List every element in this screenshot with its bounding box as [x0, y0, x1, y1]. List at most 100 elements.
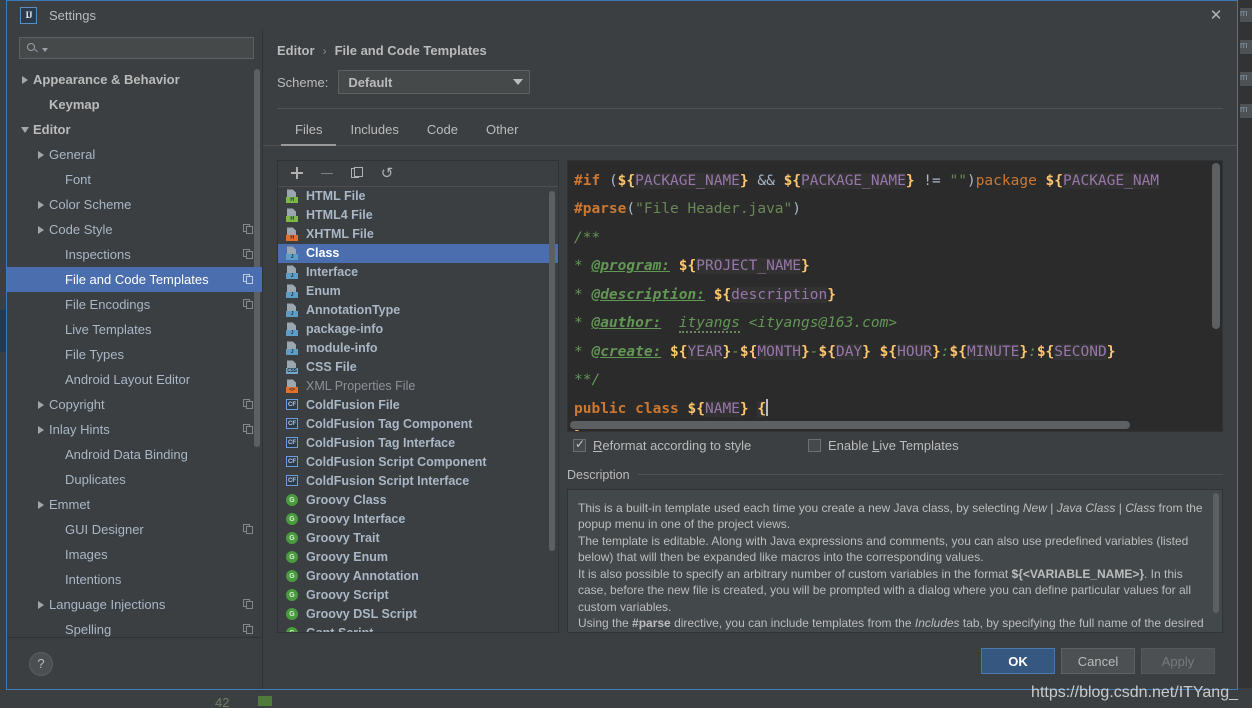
live-templates-checkbox[interactable]: Enable Live Templates	[808, 438, 959, 453]
sidebar-item-inspections[interactable]: Inspections	[7, 242, 262, 267]
breadcrumb-parent[interactable]: Editor	[277, 43, 315, 58]
chevron-down-icon[interactable]	[17, 126, 33, 133]
sidebar-item-spelling[interactable]: Spelling	[7, 617, 262, 637]
project-scope-icon	[243, 274, 254, 285]
tab-code[interactable]: Code	[413, 116, 472, 146]
list-item[interactable]: Jpackage-info	[278, 320, 558, 339]
chevron-right-icon[interactable]	[33, 600, 49, 609]
template-list-scrollbar[interactable]	[549, 190, 555, 551]
groovy-icon: G	[286, 493, 299, 507]
sidebar-item-file-and-code-templates[interactable]: File and Code Templates	[7, 267, 262, 292]
template-code-editor[interactable]: #if (${PACKAGE_NAME} && ${PACKAGE_NAME} …	[567, 159, 1223, 432]
project-scope-icon	[243, 424, 254, 435]
breadcrumb: Editor › File and Code Templates	[263, 29, 1237, 58]
editor-horizontal-scrollbar[interactable]	[570, 420, 1130, 429]
breadcrumb-current: File and Code Templates	[334, 43, 487, 58]
live-templates-checkbox-box[interactable]	[808, 439, 821, 453]
sidebar-item-color-scheme[interactable]: Color Scheme	[7, 192, 262, 217]
template-tabs: Files Includes Code Other	[263, 115, 1237, 146]
dialog-footer: OK Cancel Apply	[263, 633, 1237, 689]
sidebar-item-editor[interactable]: Editor	[7, 117, 262, 142]
tab-files[interactable]: Files	[281, 116, 337, 146]
apply-button[interactable]: Apply	[1141, 648, 1215, 674]
list-item[interactable]: G Groovy Interface	[278, 510, 558, 529]
sidebar-item-live-templates[interactable]: Live Templates	[7, 317, 262, 342]
remove-template-button[interactable]	[319, 165, 335, 181]
scheme-select[interactable]: Default	[338, 70, 531, 94]
chevron-right-icon[interactable]	[33, 400, 49, 409]
sidebar-item-file-types[interactable]: File Types	[7, 342, 262, 367]
cancel-button[interactable]: Cancel	[1061, 648, 1135, 674]
list-item[interactable]: H XHTML File	[278, 225, 558, 244]
sidebar-item-android-data-binding[interactable]: Android Data Binding	[7, 442, 262, 467]
list-item[interactable]: G Groovy DSL Script	[278, 605, 558, 624]
sidebar-item-general[interactable]: General	[7, 142, 262, 167]
chevron-right-icon[interactable]	[17, 75, 33, 84]
description-scrollbar[interactable]	[1213, 492, 1219, 613]
copy-template-button[interactable]	[349, 165, 365, 181]
sidebar-item-font[interactable]: Font	[7, 167, 262, 192]
list-item[interactable]: CF ColdFusion Script Component	[278, 453, 558, 472]
list-item[interactable]: G Gant Script	[278, 624, 558, 632]
sidebar-item-android-layout-editor[interactable]: Android Layout Editor	[7, 367, 262, 392]
list-item[interactable]: J Interface	[278, 263, 558, 282]
list-item-label: XML Properties File	[306, 379, 416, 394]
search-input[interactable]	[48, 41, 253, 55]
chevron-right-icon[interactable]	[33, 200, 49, 209]
reformat-checkbox-box[interactable]	[573, 437, 586, 453]
list-item[interactable]: CF ColdFusion Tag Interface	[278, 434, 558, 453]
chevron-right-icon[interactable]	[33, 425, 49, 434]
sidebar-item-file-encodings[interactable]: File Encodings	[7, 292, 262, 317]
sidebar-item-duplicates[interactable]: Duplicates	[7, 467, 262, 492]
ok-button[interactable]: OK	[981, 648, 1055, 674]
list-item[interactable]: <> XML Properties File	[278, 377, 558, 396]
java-class-icon: J	[286, 284, 299, 299]
list-item-label: AnnotationType	[306, 303, 401, 318]
sidebar-item-keymap[interactable]: Keymap	[7, 92, 262, 117]
sidebar-item-label: Android Data Binding	[65, 447, 188, 462]
sidebar-item-emmet[interactable]: Emmet	[7, 492, 262, 517]
sidebar-item-label: File and Code Templates	[65, 272, 209, 287]
sidebar-item-label: Intentions	[65, 572, 122, 587]
list-item[interactable]: CSS CSS File	[278, 358, 558, 377]
list-item[interactable]: CF ColdFusion File	[278, 396, 558, 415]
editor-vertical-scrollbar[interactable]	[1212, 162, 1220, 329]
coldfusion-icon: CF	[286, 474, 299, 488]
list-item[interactable]: J AnnotationType	[278, 301, 558, 320]
chevron-right-icon[interactable]	[33, 150, 49, 159]
tab-includes[interactable]: Includes	[336, 116, 412, 146]
chevron-right-icon[interactable]	[33, 500, 49, 509]
sidebar-item-inlay-hints[interactable]: Inlay Hints	[7, 417, 262, 442]
sidebar-item-appearance-behavior[interactable]: Appearance & Behavior	[7, 67, 262, 92]
sidebar-item-label: Duplicates	[65, 472, 126, 487]
list-item[interactable]: Jmodule-info	[278, 339, 558, 358]
add-template-button[interactable]	[289, 165, 305, 181]
list-item[interactable]: CF ColdFusion Tag Component	[278, 415, 558, 434]
list-item[interactable]: G Groovy Script	[278, 586, 558, 605]
template-code[interactable]: #if (${PACKAGE_NAME} && ${PACKAGE_NAME} …	[568, 161, 1222, 431]
sidebar-item-label: Color Scheme	[49, 197, 132, 212]
list-item[interactable]: H HTML File	[278, 187, 558, 206]
list-item[interactable]: G Groovy Trait	[278, 529, 558, 548]
list-item[interactable]: G Groovy Annotation	[278, 567, 558, 586]
sidebar-item-gui-designer[interactable]: GUI Designer	[7, 517, 262, 542]
sidebar-item-intentions[interactable]: Intentions	[7, 567, 262, 592]
help-button[interactable]: ?	[29, 651, 53, 676]
list-item[interactable]: J Class	[278, 243, 558, 263]
sidebar-item-language-injections[interactable]: Language Injections	[7, 592, 262, 617]
list-item[interactable]: G Groovy Class	[278, 491, 558, 510]
search-box[interactable]	[19, 37, 254, 59]
reset-template-button[interactable]: ↺	[379, 165, 395, 181]
list-item[interactable]: H HTML4 File	[278, 206, 558, 225]
sidebar-item-images[interactable]: Images	[7, 542, 262, 567]
list-item[interactable]: J Enum	[278, 282, 558, 301]
sidebar-item-copyright[interactable]: Copyright	[7, 392, 262, 417]
reformat-checkbox[interactable]: Reformat according to style	[573, 437, 808, 453]
tab-other[interactable]: Other	[472, 116, 533, 146]
list-item[interactable]: CF ColdFusion Script Interface	[278, 472, 558, 491]
list-item[interactable]: G Groovy Enum	[278, 548, 558, 567]
chevron-right-icon[interactable]	[33, 225, 49, 234]
sidebar-item-code-style[interactable]: Code Style	[7, 217, 262, 242]
close-icon[interactable]: ✕	[1205, 5, 1227, 25]
groovy-icon: G	[286, 550, 299, 564]
